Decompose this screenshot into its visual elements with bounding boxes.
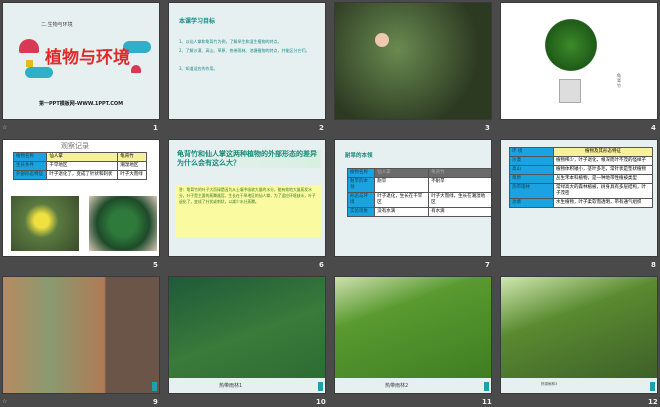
slide-thumbnail-7[interactable]: 耐旱的本领 植物名称 仙人掌 龟背竹 耐旱的本领 耐旱 不耐旱 形态与环境 叶子退化，生长…: [334, 139, 492, 257]
slide-item: 3、知道适应的作用。: [179, 66, 218, 71]
slide-number: 2: [319, 124, 324, 132]
slide-thumbnail-4[interactable]: 龟背竹: [500, 2, 658, 120]
slide-number: 9: [153, 398, 158, 406]
cell: 耐旱: [374, 177, 430, 193]
cell: 龟背竹: [428, 168, 491, 178]
slide-question: 龟背竹和仙人掌这两种植物的外部形态的差异为什么会有这么大？: [177, 150, 321, 168]
slide-caption: 热带雨林2: [335, 378, 491, 393]
cell: 仙人掌: [46, 152, 119, 162]
slide-title: 植物与环境: [45, 48, 130, 68]
slide-answer: 答：龟背竹的叶子大而绿是因为从土壤中吸收大量的水分，能有效地大量蒸发水分，叶子是…: [175, 185, 321, 237]
cactus-photo: [11, 196, 79, 251]
slide-item: 2、了解沙漠、高山、草原、热带雨林、池塘植物的特点，并能区分它们。: [179, 48, 310, 53]
slide-thumbnail-6[interactable]: 龟背竹和仙人掌这两种植物的外部形态的差异为什么会有这么大？ 答：龟背竹的叶子大而…: [168, 139, 326, 257]
cell: 高山: [509, 165, 554, 175]
slide-number: 12: [648, 398, 658, 406]
cell: 叶子大而绿，生长在潮湿地区: [428, 192, 491, 208]
drought-table: 植物名称 仙人掌 龟背竹 耐旱的本领 耐旱 不耐旱 形态与环境 叶子退化，生长在干旱区 叶子…: [346, 168, 491, 217]
slide-thumbnail-11[interactable]: 热带雨林2: [334, 276, 492, 394]
cell: 水生植物，叶子柔软而透明，带有通气组织: [553, 198, 653, 208]
slide-thumbnail-9[interactable]: [2, 276, 160, 394]
cell: 植物体积矮小，茎叶多毛，常针状是垫状植物: [553, 165, 653, 175]
cloud-icon: [25, 67, 53, 78]
slide-caption: 龟背竹: [617, 73, 621, 88]
observation-table: 植物名称 仙人掌 龟背竹 生长条件 干旱地区 潮湿地区 外部形态特征 叶子退化了，变成了针…: [12, 152, 147, 180]
cell: 仙人掌: [374, 168, 430, 178]
plant-photo: [541, 15, 601, 75]
cell: 植物及其形态特征: [553, 147, 653, 157]
cell: 没有水滴: [374, 207, 430, 217]
monstera-photo: [89, 196, 157, 251]
parachute-icon: [131, 65, 141, 73]
cell: 叶子退化，生长在干旱区: [374, 192, 430, 208]
slide-thumbnail-3[interactable]: [334, 2, 492, 120]
slide-number: 10: [316, 398, 326, 406]
slide-thumbnail-10[interactable]: 热带雨林1: [168, 276, 326, 394]
slide-number: 6: [319, 261, 324, 269]
slide-number: 7: [485, 261, 490, 269]
slide-thumbnail-2[interactable]: 本课学习目标 1、以仙人掌和龟背竹为例，了解旱生和湿生植物的特点。 2、了解沙漠…: [168, 2, 326, 120]
slide-thumbnail-1[interactable]: 二.生物与环境 植物与环境 第一PPT模板网-WWW.1PPT.COM: [2, 2, 160, 120]
cell: 不耐旱: [428, 177, 491, 193]
animation-icon: ☆: [2, 398, 8, 405]
slide-number: 1: [153, 124, 158, 132]
cell: 植物名称: [12, 152, 48, 162]
slide-heading: 耐旱的本领: [345, 153, 373, 159]
cactus-flower-photo: [375, 33, 389, 47]
cell: 叶子退化了，变成了针状和刺状: [46, 170, 119, 180]
slide-caption: 热带雨林3: [501, 378, 657, 393]
slide-number: 3: [485, 124, 490, 132]
cell: 常绿高大的森林植被，树身具有多层结构，叶子茂密: [553, 183, 653, 199]
slide-title: 观察记录: [61, 142, 89, 150]
cell: 热带雨林: [509, 183, 554, 199]
slide-tag: [318, 382, 323, 391]
parachute-icon: [19, 39, 39, 53]
slide-item: 1、以仙人掌和龟背竹为例，了解旱生和湿生植物的特点。: [179, 39, 282, 44]
box-icon: [26, 60, 33, 67]
cell: 耐旱的本领: [346, 177, 376, 193]
cell: 环 境: [509, 147, 554, 157]
slide-heading: 本课学习目标: [179, 18, 216, 25]
cell: 沙漠: [509, 156, 554, 166]
cell: 叶子大而绿: [117, 170, 147, 180]
cell: 植物名称: [346, 168, 376, 178]
slide-thumbnail-12[interactable]: 热带雨林3: [500, 276, 658, 394]
cell: 潮湿地区: [117, 161, 147, 171]
slide-caption: 热带雨林1: [169, 378, 325, 393]
cell: 实验现象: [346, 207, 376, 217]
cell: 龟背竹: [117, 152, 147, 162]
slide-tag: [484, 382, 489, 391]
slide-number: 4: [651, 124, 656, 132]
slide-number: 5: [153, 261, 158, 269]
slide-tag: [650, 382, 655, 391]
slide-tag: [152, 382, 157, 391]
animation-icon: ☆: [2, 124, 8, 131]
slide-thumbnail-5[interactable]: 观察记录 植物名称 仙人掌 龟背竹 生长条件 干旱地区 潮湿地区 外部形态特征 叶子退化了…: [2, 139, 160, 257]
cell: 形态与环境: [346, 192, 376, 208]
cell: 有水滴: [428, 207, 491, 217]
slide-number: 8: [651, 261, 656, 269]
cell: 生长条件: [12, 161, 48, 171]
cell: 池塘: [509, 198, 554, 208]
slide-number: 11: [482, 398, 492, 406]
slide-footer: 第一PPT模板网-WWW.1PPT.COM: [39, 101, 124, 107]
cell: 植物稀少，叶子退化，根深而叶不茂的怪样子: [553, 156, 653, 166]
flower-pot: [559, 79, 581, 103]
environment-table: 环 境植物及其形态特征 沙漠 植物稀少，叶子退化，根深而叶不茂的怪样子 高山 植物体…: [509, 147, 653, 208]
cell: 外部形态特征: [12, 170, 48, 180]
slide-subtitle: 二.生物与环境: [41, 22, 73, 28]
cell: 干旱地区: [46, 161, 119, 171]
cell: 草原: [509, 174, 554, 184]
cell: 丛生禾本科植物，是一种地带性植被类型: [553, 174, 653, 184]
slide-thumbnail-8[interactable]: 环 境植物及其形态特征 沙漠 植物稀少，叶子退化，根深而叶不茂的怪样子 高山 植物体…: [500, 139, 658, 257]
